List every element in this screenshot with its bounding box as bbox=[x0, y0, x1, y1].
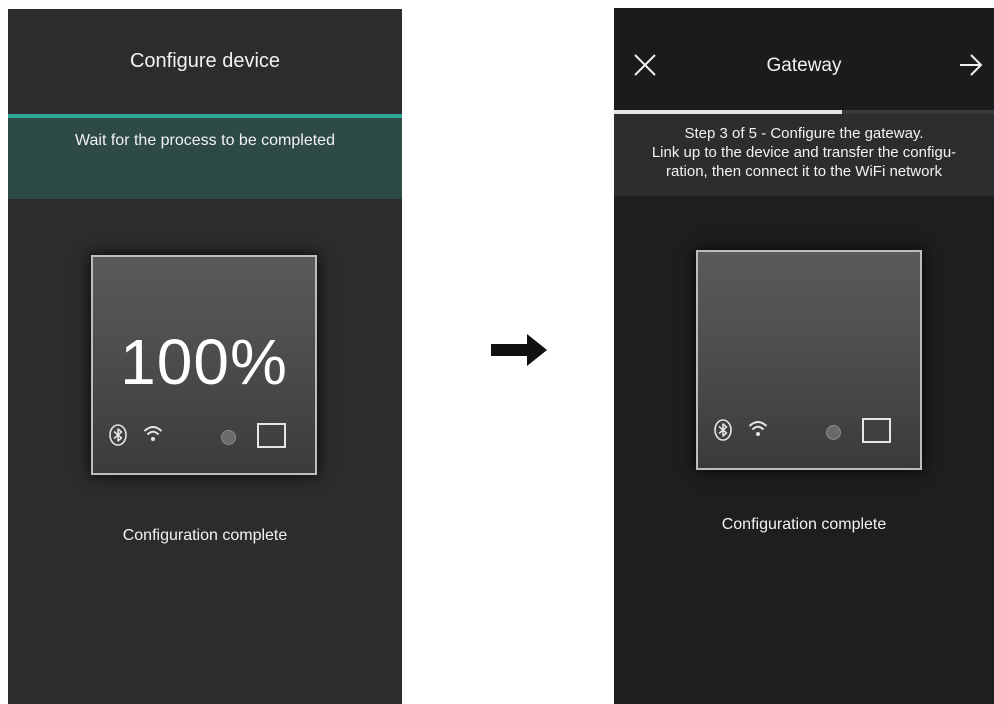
arrow-right-icon[interactable] bbox=[958, 53, 984, 77]
info-banner: Wait for the process to be completed bbox=[8, 118, 402, 199]
wifi-icon bbox=[748, 421, 768, 436]
bluetooth-icon bbox=[109, 424, 127, 446]
header: Gateway bbox=[614, 8, 994, 110]
step-line: Step 3 of 5 - Configure the gateway. bbox=[684, 125, 924, 142]
status-text: Configuration complete bbox=[122, 527, 288, 544]
device-panel bbox=[696, 250, 922, 470]
bluetooth-icon bbox=[714, 419, 732, 441]
page-title: Configure device bbox=[129, 50, 281, 72]
led-icon bbox=[826, 425, 841, 440]
wifi-icon bbox=[143, 426, 163, 441]
configure-device-screen: Configure device Wait for the process to… bbox=[8, 9, 402, 704]
led-icon bbox=[221, 430, 236, 445]
device-panel: 100% bbox=[91, 255, 317, 475]
step-instructions: Step 3 of 5 - Configure the gateway. Lin… bbox=[614, 114, 994, 196]
square-button-icon bbox=[257, 423, 286, 448]
step-line: Link up to the device and transfer the c… bbox=[651, 144, 957, 161]
right-arrow-icon bbox=[491, 334, 547, 366]
page-title: Gateway bbox=[766, 55, 842, 76]
status-text: Configuration complete bbox=[721, 516, 887, 533]
progress-percentage: 100% bbox=[120, 326, 288, 398]
square-button-icon bbox=[862, 418, 891, 443]
gateway-screen: Gateway Step 3 of 5 - Configure the gate… bbox=[614, 8, 994, 704]
step-line: ration, then connect it to the WiFi netw… bbox=[666, 163, 942, 180]
header: Configure device bbox=[8, 9, 402, 114]
